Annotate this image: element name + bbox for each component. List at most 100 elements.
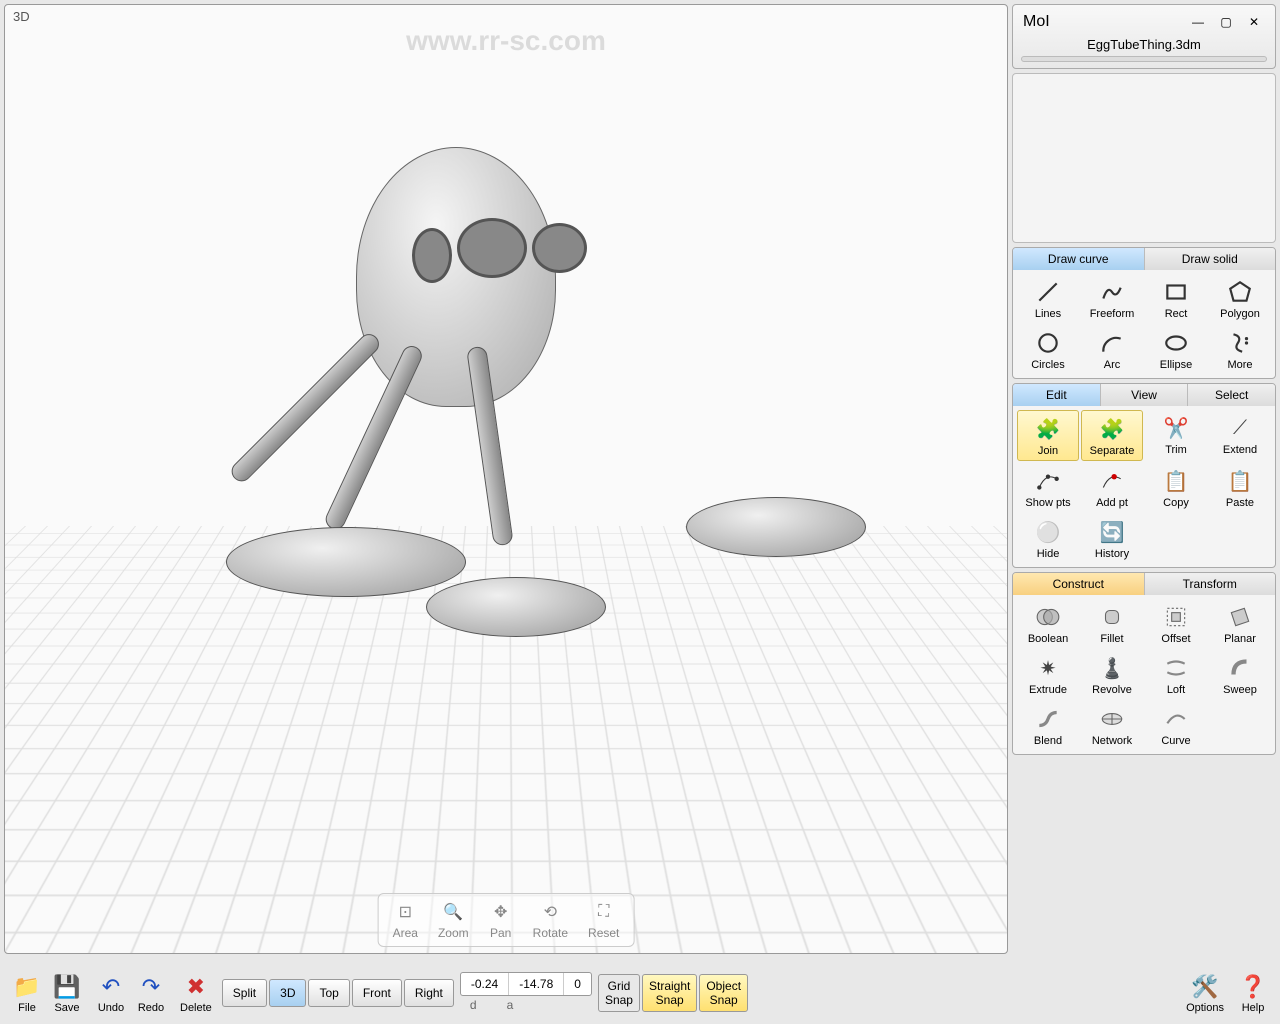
blend-label: Blend (1034, 735, 1062, 747)
join-label: Join (1038, 445, 1058, 457)
trim-icon: ✂️ (1161, 413, 1191, 443)
viewport-3d[interactable]: 3D www.rr-sc.com ⊡Area🔍Zoom✥Pan⟲Rotate⛶R… (4, 4, 1008, 954)
ellipse-icon (1161, 328, 1191, 358)
save-button[interactable]: 💾Save (48, 970, 86, 1016)
paste-tool[interactable]: 📋Paste (1209, 463, 1271, 512)
help-button[interactable]: ❓Help (1234, 970, 1272, 1016)
paste-label: Paste (1226, 497, 1254, 509)
grid-snap-button[interactable]: GridSnap (598, 974, 640, 1012)
history-tool[interactable]: 🔄History (1081, 514, 1143, 563)
boolean-label: Boolean (1028, 633, 1068, 645)
revolve-tool[interactable]: ♟️Revolve (1081, 650, 1143, 699)
tab-select[interactable]: Select (1188, 384, 1275, 406)
view-split-button[interactable]: Split (222, 979, 267, 1007)
rect-tool[interactable]: Rect (1145, 274, 1207, 323)
copy-icon: 📋 (1161, 466, 1191, 496)
ellipse-tool[interactable]: Ellipse (1145, 325, 1207, 374)
view-front-button[interactable]: Front (352, 979, 402, 1007)
blend-tool[interactable]: Blend (1017, 701, 1079, 750)
tab-view[interactable]: View (1101, 384, 1189, 406)
circles-tool[interactable]: Circles (1017, 325, 1079, 374)
draw-panel: Draw curve Draw solid LinesFreeformRectP… (1012, 247, 1276, 379)
copy-tool[interactable]: 📋Copy (1145, 463, 1207, 512)
bottom-bar: 📁File 💾Save ↶Undo ↷Redo ✖Delete Split3DT… (0, 962, 1280, 1024)
sweep-icon (1225, 653, 1255, 683)
viewctrl-rotate[interactable]: ⟲Rotate (527, 898, 574, 942)
more-label: More (1227, 359, 1252, 371)
zoom-icon: 🔍 (441, 900, 465, 924)
arc-label: Arc (1104, 359, 1121, 371)
object-snap-button[interactable]: ObjectSnap (699, 974, 748, 1012)
straight-snap-button[interactable]: StraightSnap (642, 974, 697, 1012)
hide-tool[interactable]: ⚪Hide (1017, 514, 1079, 563)
network-tool[interactable]: Network (1081, 701, 1143, 750)
tab-construct[interactable]: Construct (1013, 573, 1145, 595)
circles-label: Circles (1031, 359, 1065, 371)
more-tool[interactable]: More (1209, 325, 1271, 374)
extrude-icon: ✷ (1033, 653, 1063, 683)
view-3d-button[interactable]: 3D (269, 979, 306, 1007)
close-button[interactable]: ✕ (1243, 11, 1265, 33)
separate-tool[interactable]: 🧩Separate (1081, 410, 1143, 461)
trim-tool[interactable]: ✂️Trim (1145, 410, 1207, 461)
viewctrl-zoom[interactable]: 🔍Zoom (432, 898, 475, 942)
planar-label: Planar (1224, 633, 1256, 645)
separate-label: Separate (1090, 445, 1135, 457)
tab-edit[interactable]: Edit (1013, 384, 1101, 406)
coord-y: -14.78 (509, 973, 564, 995)
offset-label: Offset (1161, 633, 1190, 645)
extend-label: Extend (1223, 444, 1257, 456)
history-label: History (1095, 548, 1129, 560)
history-icon: 🔄 (1097, 517, 1127, 547)
join-tool[interactable]: 🧩Join (1017, 410, 1079, 461)
arc-tool[interactable]: Arc (1081, 325, 1143, 374)
lines-tool[interactable]: Lines (1017, 274, 1079, 323)
delete-button[interactable]: ✖Delete (176, 970, 216, 1016)
more-icon (1225, 328, 1255, 358)
progress-bar (1021, 56, 1267, 62)
fillet-tool[interactable]: Fillet (1081, 599, 1143, 648)
viewctrl-pan[interactable]: ✥Pan (483, 898, 519, 942)
loft-tool[interactable]: Loft (1145, 650, 1207, 699)
addpt-tool[interactable]: Add pt (1081, 463, 1143, 512)
circles-icon (1033, 328, 1063, 358)
lines-icon (1033, 277, 1063, 307)
coord-a: a (507, 998, 514, 1012)
loft-label: Loft (1167, 684, 1185, 696)
freeform-icon (1097, 277, 1127, 307)
view-right-button[interactable]: Right (404, 979, 454, 1007)
tab-draw-solid[interactable]: Draw solid (1145, 248, 1276, 270)
offset-tool[interactable]: Offset (1145, 599, 1207, 648)
area-icon: ⊡ (393, 900, 417, 924)
maximize-button[interactable]: ▢ (1215, 11, 1237, 33)
tab-transform[interactable]: Transform (1145, 573, 1276, 595)
rotate-icon: ⟲ (538, 900, 562, 924)
planar-tool[interactable]: Planar (1209, 599, 1271, 648)
options-button[interactable]: 🛠️Options (1182, 970, 1228, 1016)
freeform-tool[interactable]: Freeform (1081, 274, 1143, 323)
extend-tool[interactable]: ⟋Extend (1209, 410, 1271, 461)
app-header: MoI — ▢ ✕ EggTubeThing.3dm (1012, 4, 1276, 69)
minimize-button[interactable]: — (1187, 11, 1209, 33)
extrude-tool[interactable]: ✷Extrude (1017, 650, 1079, 699)
addpt-label: Add pt (1096, 497, 1128, 509)
boolean-tool[interactable]: Boolean (1017, 599, 1079, 648)
offset-icon (1161, 602, 1191, 632)
arc-icon (1097, 328, 1127, 358)
viewctrl-area[interactable]: ⊡Area (387, 898, 424, 942)
network-icon (1097, 704, 1127, 734)
info-area (1012, 73, 1276, 243)
redo-button[interactable]: ↷Redo (132, 970, 170, 1016)
undo-button[interactable]: ↶Undo (92, 970, 130, 1016)
tab-draw-curve[interactable]: Draw curve (1013, 248, 1145, 270)
curve-tool[interactable]: Curve (1145, 701, 1207, 750)
sweep-label: Sweep (1223, 684, 1257, 696)
ellipse-label: Ellipse (1160, 359, 1192, 371)
copy-label: Copy (1163, 497, 1189, 509)
file-button[interactable]: 📁File (8, 970, 46, 1016)
viewctrl-reset[interactable]: ⛶Reset (582, 898, 625, 942)
view-top-button[interactable]: Top (308, 979, 349, 1007)
polygon-tool[interactable]: Polygon (1209, 274, 1271, 323)
sweep-tool[interactable]: Sweep (1209, 650, 1271, 699)
showpts-tool[interactable]: Show pts (1017, 463, 1079, 512)
